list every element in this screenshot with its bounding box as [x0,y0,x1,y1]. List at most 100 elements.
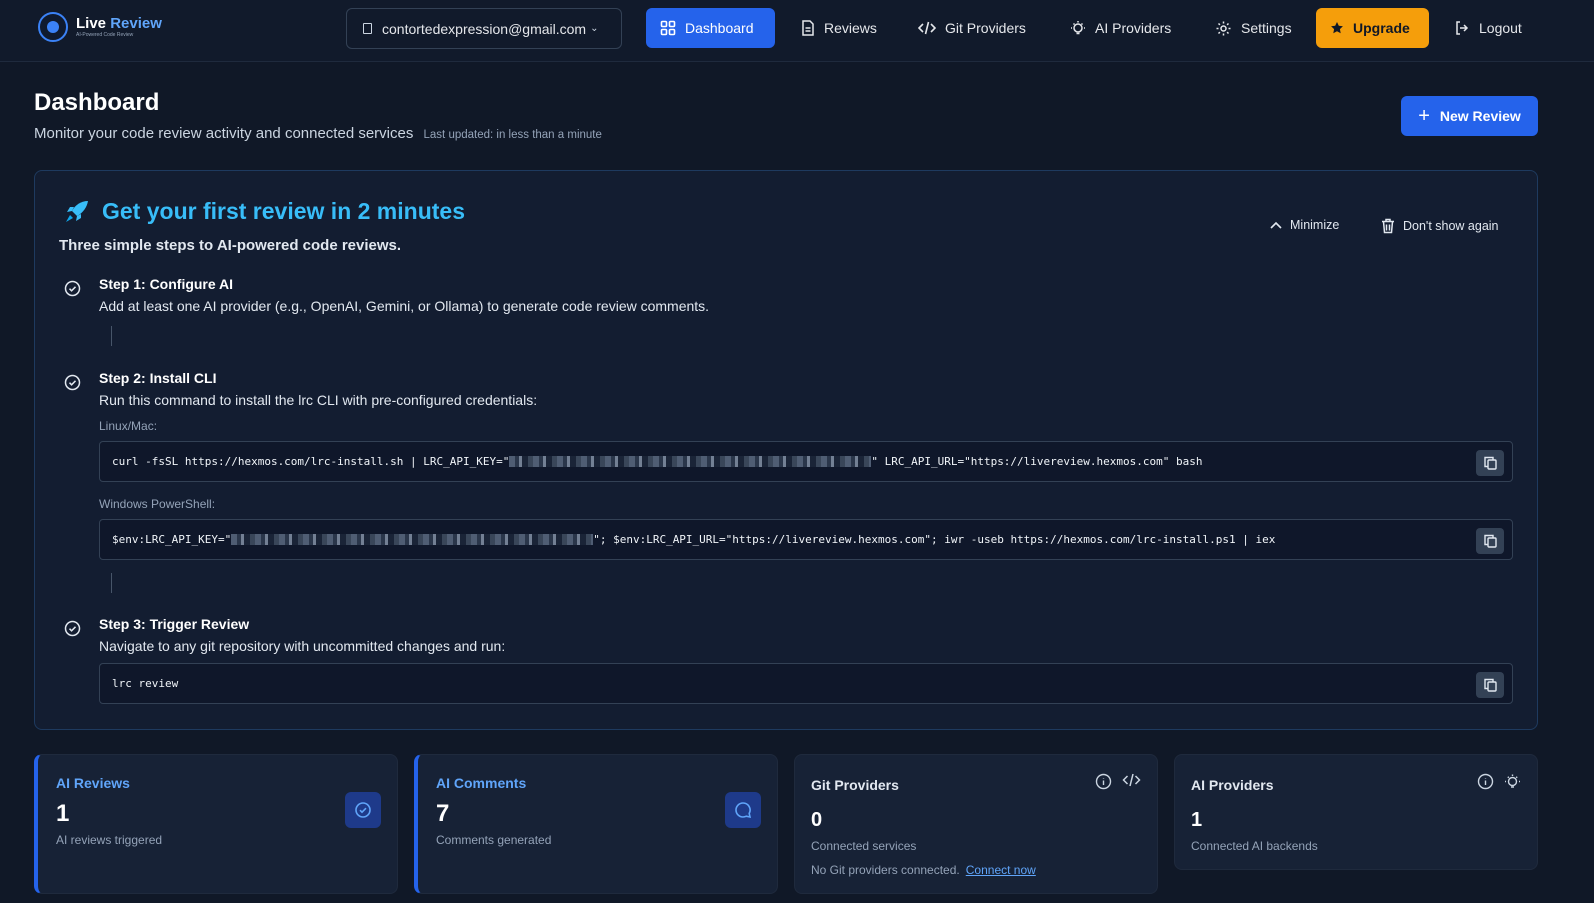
logout-icon [1454,20,1470,36]
dont-show-again-label: Don't show again [1403,219,1499,233]
upgrade-label: Upgrade [1353,20,1410,36]
gear-icon [1215,20,1232,37]
page-subtitle: Monitor your code review activity and co… [34,125,602,142]
upgrade-button[interactable]: Upgrade [1316,8,1429,48]
code-icon [918,21,936,35]
document-icon [801,20,815,36]
linux-install-command[interactable]: curl -fsSL https://hexmos.com/lrc-instal… [99,441,1513,482]
last-updated: Last updated: in less than a minute [423,129,602,141]
stat-value: 7 [436,800,450,827]
onboarding-subtitle: Three simple steps to AI-powered code re… [59,237,402,254]
stat-label: AI Reviews [56,775,130,791]
lightbulb-icon [1070,20,1086,37]
stat-card-git-providers[interactable]: Git Providers 0 Connected services No Gi… [794,754,1158,894]
lightbulb-icon [1505,774,1520,788]
copy-button[interactable] [1476,450,1504,476]
info-icon[interactable] [1477,773,1494,790]
stat-value: 1 [56,800,70,827]
new-review-label: New Review [1439,108,1521,124]
step3-desc: Navigate to any git repository with unco… [99,638,506,654]
onboarding-title: Get your first review in 2 minutes [64,198,465,225]
message-icon [725,792,761,828]
account-selector[interactable]: contortedexpression@gmail.com ⌄ [346,8,622,49]
chevron-down-icon: ⌄ [590,23,599,34]
nav-settings[interactable]: Settings [1201,8,1306,48]
review-command[interactable]: lrc review [99,663,1513,704]
stat-label: AI Comments [436,775,527,791]
step1-desc: Add at least one AI provider (e.g., Open… [99,298,710,314]
stat-value: 0 [811,809,823,831]
step1-check-icon [64,280,81,297]
stat-card-ai-comments[interactable]: AI Comments 7 Comments generated [414,754,778,894]
step2-title: Step 2: Install CLI [99,370,217,386]
windows-install-command[interactable]: $env:LRC_API_KEY=" "; $env:LRC_API_URL="h… [99,519,1513,560]
copy-button[interactable] [1476,672,1504,698]
code-icon [1122,773,1141,787]
copy-icon [1483,456,1497,470]
stat-caption: Connected services [811,839,917,853]
logo-word-live: Live [76,15,107,32]
step1-title: Step 1: Configure AI [99,276,234,292]
linux-cmd-suffix: " LRC_API_URL="https://livereview.hexmos… [871,455,1203,468]
redacted-api-key [231,534,594,545]
windows-cmd-suffix: "; $env:LRC_API_URL="https://livereview.… [593,533,1276,546]
nav-reviews-label: Reviews [824,20,877,36]
grid-icon [660,20,676,36]
minimize-label: Minimize [1290,218,1340,232]
dont-show-again-button[interactable]: Don't show again [1381,218,1499,234]
step3-check-icon [64,620,81,637]
logo-icon [38,12,68,42]
logo-tagline: AI-Powered Code Review [76,32,134,38]
nav-git-providers-label: Git Providers [945,20,1026,36]
stat-card-ai-providers[interactable]: AI Providers 1 Connected AI backends [1174,754,1538,870]
rocket-icon [64,200,90,224]
nav-dashboard[interactable]: Dashboard [646,8,775,48]
page-subtitle-text: Monitor your code review activity and co… [34,125,414,142]
stat-caption: Connected AI backends [1191,839,1318,853]
nav-settings-label: Settings [1241,20,1292,36]
stat-label: Git Providers [811,777,899,793]
windows-powershell-label: Windows PowerShell: [99,497,216,511]
step-connector [111,326,112,346]
top-navbar: Live Review AI-Powered Code Review conto… [0,0,1594,62]
info-icon[interactable] [1095,773,1112,790]
copy-icon [1483,678,1497,692]
stat-caption: Comments generated [436,833,552,847]
plus-icon: + [1418,104,1430,127]
step2-desc: Run this command to install the lrc CLI … [99,392,538,408]
nav-reviews[interactable]: Reviews [787,8,891,48]
stat-label: AI Providers [1191,777,1274,793]
chevron-up-icon [1270,221,1282,229]
onboarding-title-text: Get your first review in 2 minutes [102,198,465,224]
building-icon [363,23,372,34]
logout-button[interactable]: Logout [1440,8,1536,48]
connect-now-link[interactable]: Connect now [966,863,1036,877]
minimize-button[interactable]: Minimize [1270,218,1339,232]
nav-ai-providers[interactable]: AI Providers [1056,8,1185,48]
step2-check-icon [64,374,81,391]
no-providers-text: No Git providers connected. [811,863,960,877]
stat-value: 1 [1191,809,1203,831]
check-circle-icon [345,792,381,828]
linux-cmd-prefix: curl -fsSL https://hexmos.com/lrc-instal… [112,455,510,468]
windows-cmd-prefix: $env:LRC_API_KEY=" [112,533,232,546]
stat-caption: AI reviews triggered [56,833,163,847]
page-title: Dashboard [34,89,160,116]
nav-ai-providers-label: AI Providers [1095,20,1172,36]
copy-button[interactable] [1476,528,1504,554]
no-providers-note: No Git providers connected. Connect now [811,863,1036,877]
app-logo[interactable]: Live Review AI-Powered Code Review [38,12,162,42]
step3-title: Step 3: Trigger Review [99,616,250,632]
account-email: contortedexpression@gmail.com [382,20,587,37]
nav-git-providers[interactable]: Git Providers [904,8,1040,48]
copy-icon [1483,534,1497,548]
stat-card-ai-reviews[interactable]: AI Reviews 1 AI reviews triggered [34,754,398,894]
star-icon [1330,21,1344,35]
review-cmd-text: lrc review [112,677,179,690]
nav-dashboard-label: Dashboard [685,20,754,36]
step-connector [111,573,112,593]
linux-mac-label: Linux/Mac: [99,419,158,433]
logout-label: Logout [1479,20,1522,36]
trash-icon [1381,218,1395,234]
new-review-button[interactable]: + New Review [1401,96,1538,136]
